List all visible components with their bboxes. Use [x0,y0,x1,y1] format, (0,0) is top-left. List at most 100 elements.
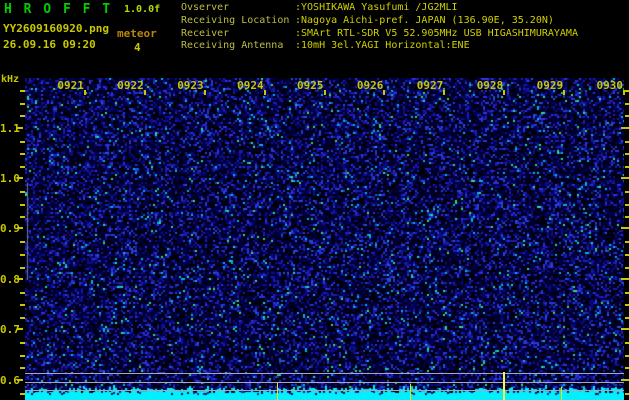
freq-major-tick [17,177,23,179]
freq-major-tick [17,328,23,330]
freq-minor-tick [20,241,25,243]
freq-minor-tick [20,254,25,256]
meteor-echo-marker [277,383,278,400]
level-grid-line [25,382,624,383]
freq-minor-tick [20,267,25,269]
freq-major-tick [17,227,23,229]
freq-minor-tick-right [625,166,629,168]
time-tick-label: 0924 [237,79,264,92]
time-tick [264,90,266,95]
freq-major-tick-right [621,278,629,280]
freq-minor-tick [20,304,25,306]
freq-minor-tick [20,342,25,344]
time-tick [443,90,445,95]
station-info-value: :SMArt RTL-SDR V5 52.905MHz USB HIGASHIM… [295,27,578,39]
level-grid-line [25,373,624,374]
freq-tick-label: 0.7 [0,323,20,336]
station-info-row: Receiving Location :Nagoya Aichi-pref. JA… [181,15,578,28]
time-tick [144,90,146,95]
freq-minor-tick-right [625,393,629,395]
freq-minor-tick-right [625,115,629,117]
station-info-value: :Nagoya Aichi-pref. JAPAN (136.90E, 35.2… [295,14,554,26]
freq-minor-tick-right [625,317,629,319]
time-tick-label: 0921 [57,79,84,92]
freq-minor-tick [20,166,25,168]
time-tick [383,90,385,95]
time-tick [324,90,326,95]
output-filename: YY2609160920.png [3,22,109,35]
freq-tick-label: 0.8 [0,273,20,286]
freq-tick-label: 0.9 [0,222,20,235]
freq-minor-tick [20,153,25,155]
meteor-echo-marker [561,387,562,400]
meteor-echo-marker [410,384,411,400]
spectrogram-canvas [25,78,624,400]
freq-minor-tick [20,355,25,357]
station-info-label: Receiving Antenna [181,40,284,52]
freq-major-tick-right [621,328,629,330]
station-info-value: :10mH 3el.YAGI Horizontal:ENE [295,40,470,52]
freq-minor-tick-right [625,292,629,294]
time-tick [563,90,565,95]
time-tick-label: 0926 [356,79,384,92]
freq-minor-tick-right [625,153,629,155]
freq-minor-tick-right [625,90,629,92]
freq-tick-label: 1.0 [0,172,20,185]
hrofft-window: H R O F F T 1.0.0f YY2609160920.png mete… [0,0,629,400]
station-info-label: Receiving Location [181,14,290,26]
freq-major-tick-right [621,227,629,229]
time-tick [623,90,625,95]
freq-major-tick-right [621,127,629,129]
freq-minor-tick-right [625,342,629,344]
freq-minor-tick-right [625,367,629,369]
app-version: 1.0.0f [124,4,161,15]
echo-count: 4 [134,41,141,54]
freq-major-tick [17,127,23,129]
time-tick-label: 0928 [476,79,504,92]
freq-minor-tick [20,204,25,206]
station-info-row: Receiver :SMArt RTL-SDR V5 52.905MHz USB … [181,28,578,41]
mode-label: meteor [117,27,157,40]
freq-minor-tick-right [625,191,629,193]
freq-major-tick-right [621,379,629,381]
freq-minor-tick [20,216,25,218]
freq-minor-tick-right [625,355,629,357]
station-info-row: Ovserver :YOSHIKAWA Yasufumi /JG2MLI [181,2,578,15]
freq-minor-tick-right [625,204,629,206]
freq-minor-tick-right [625,304,629,306]
meteor-echo-marker [503,372,505,400]
freq-minor-tick [20,141,25,143]
freq-tick-label: 1.1 [0,122,20,135]
freq-major-tick-right [621,177,629,179]
freq-minor-tick-right [625,254,629,256]
station-info-label: Receiver [181,27,230,39]
freq-minor-tick [20,191,25,193]
freq-tick-label: 0.6 [0,374,20,387]
station-info-table: Ovserver :YOSHIKAWA Yasufumi /JG2MLI Recei… [181,2,578,53]
freq-minor-tick [20,90,25,92]
level-grid-line [25,390,624,391]
freq-minor-tick [20,103,25,105]
freq-minor-tick [20,292,25,294]
time-tick-label: 0923 [177,79,204,92]
freq-minor-tick [20,367,25,369]
freq-minor-tick-right [625,141,629,143]
freq-minor-tick-right [625,241,629,243]
freq-minor-tick [20,393,25,395]
freq-minor-tick [20,115,25,117]
time-tick [503,90,505,95]
freq-minor-tick-right [625,216,629,218]
station-info-label: Ovserver [181,2,230,13]
freq-axis-unit-label: kHz [1,74,20,85]
time-tick-label: 0927 [416,79,444,92]
station-info-row: Receiving Antenna :10mH 3el.YAGI Horizont… [181,40,578,53]
time-tick-label: 0925 [297,79,324,92]
freq-minor-tick-right [625,103,629,105]
time-tick [84,90,86,95]
freq-major-tick [17,278,23,280]
time-tick [204,90,206,95]
app-title: H R O F F T [4,2,113,17]
station-info-value: :YOSHIKAWA Yasufumi /JG2MLI [295,2,458,13]
freq-major-tick [17,379,23,381]
time-tick-label: 0929 [536,79,564,92]
